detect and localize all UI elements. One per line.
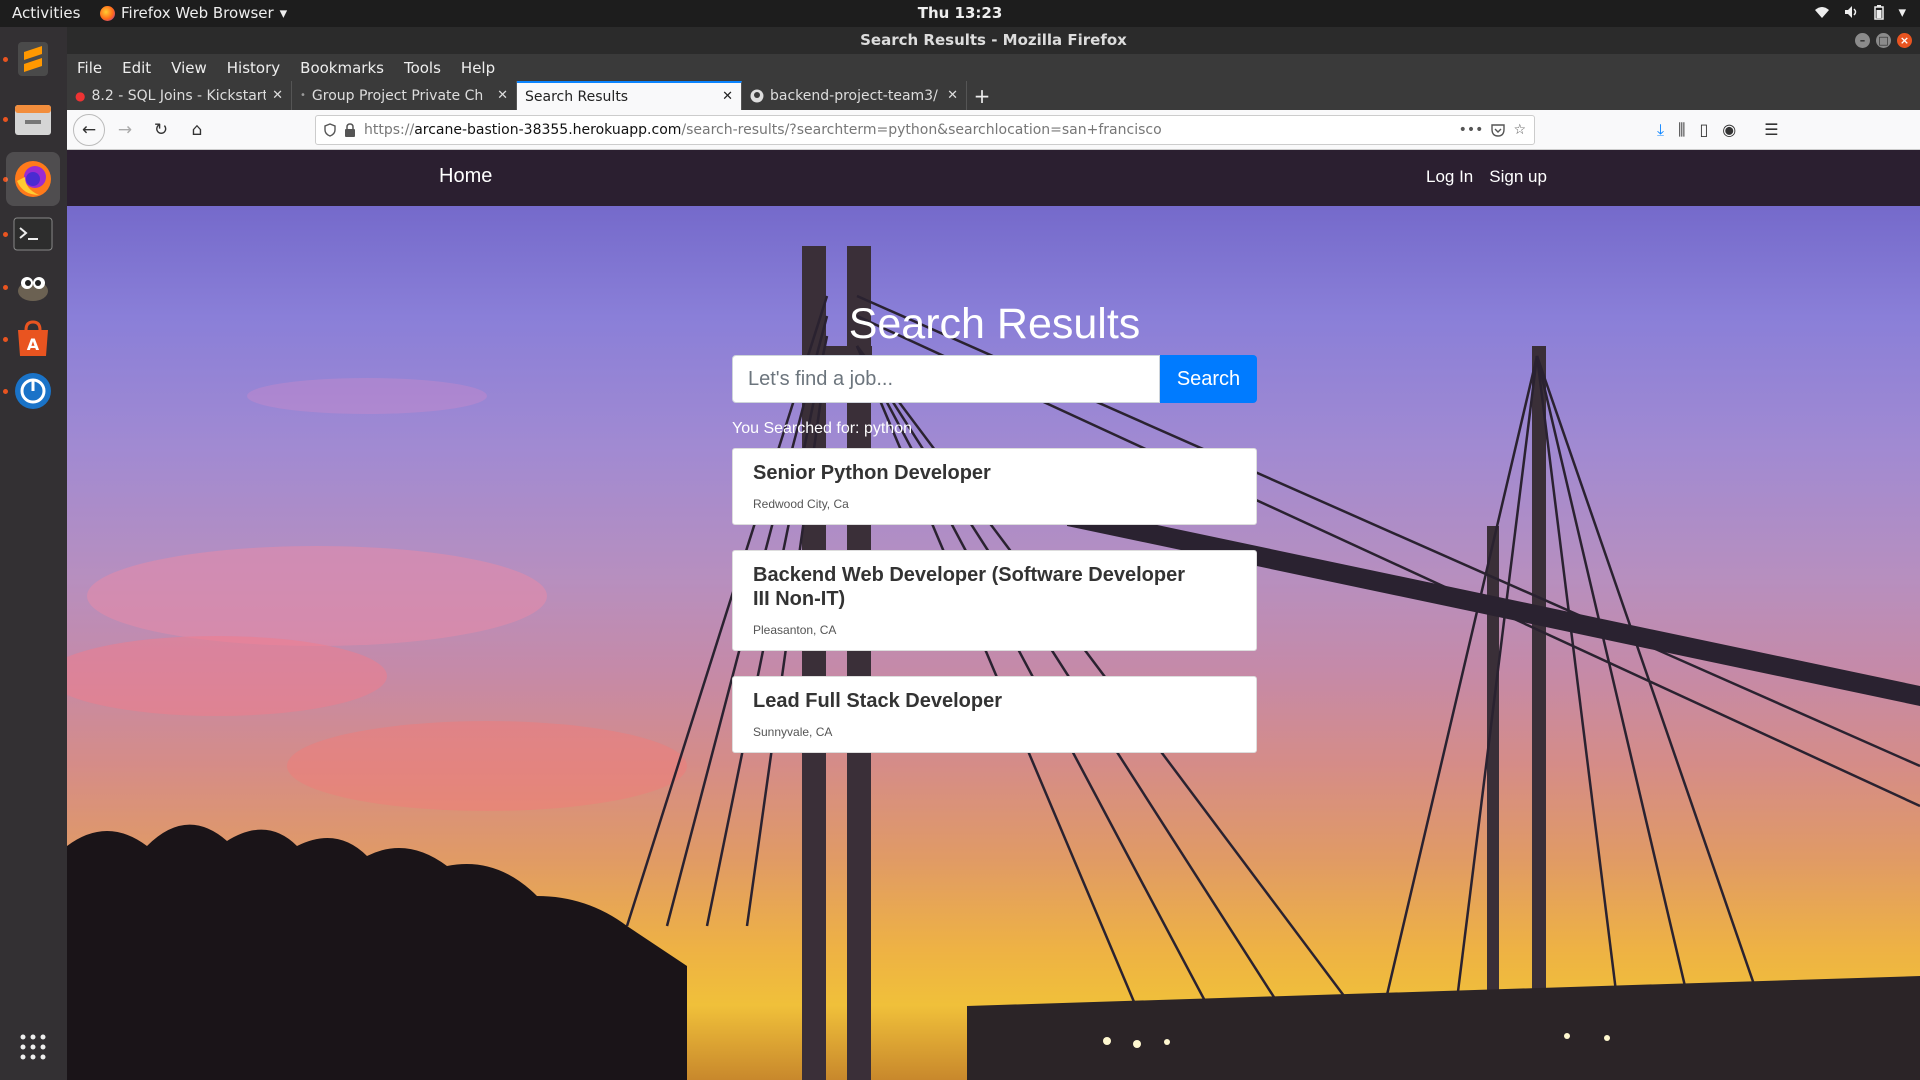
close-tab-icon[interactable]: ✕ [947, 88, 958, 103]
close-tab-icon[interactable]: ✕ [272, 88, 283, 103]
maximize-button[interactable]: □ [1876, 33, 1891, 48]
update-manager-icon[interactable] [6, 364, 60, 418]
auth-links: Log In Sign up [1426, 167, 1547, 187]
tab-label: 8.2 - SQL Joins - Kickstart [91, 87, 267, 104]
hamburger-menu-icon[interactable]: ☰ [1764, 120, 1778, 139]
tab-label: Group Project Private Ch [311, 87, 484, 104]
tab-label: backend-project-team3/ [770, 87, 938, 104]
site-navbar: Home Log In Sign up [67, 150, 1920, 206]
dock: A [0, 27, 67, 1080]
search-form: Search [732, 355, 1257, 403]
page-actions-icon[interactable]: ••• [1459, 122, 1484, 138]
tab-loading-icon: • [300, 90, 306, 101]
close-tab-icon[interactable]: ✕ [722, 89, 733, 104]
menu-view[interactable]: View [171, 59, 207, 77]
tab-label: Search Results [525, 88, 629, 105]
system-tray[interactable]: ▾ [1814, 3, 1906, 21]
svg-text:A: A [27, 335, 40, 354]
url-scheme: https:// [364, 121, 415, 138]
github-icon [750, 89, 764, 102]
url-host: arcane-bastion-38355.herokuapp.com [414, 121, 682, 138]
software-center-icon[interactable]: A [6, 312, 60, 366]
sidebar-icon[interactable]: ▯ [1699, 120, 1708, 139]
job-title[interactable]: Lead Full Stack Developer [753, 689, 1236, 713]
job-title[interactable]: Senior Python Developer [753, 461, 1236, 485]
menu-history[interactable]: History [227, 59, 280, 77]
job-card[interactable]: Senior Python Developer Redwood City, Ca [732, 448, 1257, 525]
chevron-down-icon: ▾ [1898, 3, 1906, 21]
forward-button[interactable]: → [109, 114, 141, 146]
battery-icon [1874, 4, 1885, 20]
clock[interactable]: Thu 13:23 [0, 4, 1920, 22]
show-applications-icon[interactable] [6, 1020, 60, 1074]
menu-tools[interactable]: Tools [404, 59, 441, 77]
menu-bookmarks[interactable]: Bookmarks [300, 59, 384, 77]
tab-group-project[interactable]: • Group Project Private Ch ✕ [292, 81, 517, 110]
window-titlebar[interactable]: Search Results - Mozilla Firefox – □ × [67, 27, 1920, 54]
menu-edit[interactable]: Edit [122, 59, 151, 77]
url-text[interactable]: https://arcane-bastion-38355.herokuapp.c… [364, 122, 1451, 138]
searched-for-text: You Searched for: python [732, 420, 912, 437]
menu-file[interactable]: File [77, 59, 102, 77]
job-location: Pleasanton, CA [753, 623, 837, 637]
reload-button[interactable]: ↻ [145, 114, 177, 146]
job-card[interactable]: Backend Web Developer (Software Develope… [732, 550, 1257, 651]
toolbar-icons: ⤓ ⫼ ▯ ◉ ☰ [1657, 120, 1779, 140]
firefox-window: Search Results - Mozilla Firefox – □ × F… [67, 27, 1920, 1080]
tab-bar: ● 8.2 - SQL Joins - Kickstart ✕ • Group … [67, 81, 1920, 110]
close-tab-icon[interactable]: ✕ [497, 88, 508, 103]
page-title: Search Results [848, 300, 1141, 348]
new-tab-button[interactable]: + [967, 81, 997, 110]
navigation-toolbar: ← → ↻ ⌂ https://arcane-bastion-38355.her… [67, 110, 1920, 150]
shield-icon[interactable] [324, 122, 336, 137]
downloads-icon[interactable]: ⤓ [1657, 120, 1664, 140]
files-icon[interactable] [6, 92, 60, 146]
address-bar[interactable]: https://arcane-bastion-38355.herokuapp.c… [315, 114, 1535, 145]
job-title[interactable]: Backend Web Developer (Software Develope… [753, 563, 1236, 611]
tab-search-results[interactable]: Search Results ✕ [517, 81, 742, 110]
search-input[interactable] [732, 355, 1160, 403]
search-button[interactable]: Search [1160, 355, 1257, 403]
firefox-icon[interactable] [6, 152, 60, 206]
lock-icon[interactable] [344, 122, 356, 137]
page-viewport: Home Log In Sign up Search Results Searc… [67, 150, 1920, 1080]
login-link[interactable]: Log In [1426, 167, 1473, 187]
back-button[interactable]: ← [73, 113, 105, 146]
window-title: Search Results - Mozilla Firefox [860, 31, 1127, 49]
window-controls: – □ × [1855, 33, 1912, 48]
terminal-icon[interactable] [6, 207, 60, 261]
bookmark-star-icon[interactable]: ☆ [1513, 122, 1526, 138]
gimp-icon[interactable] [6, 260, 60, 314]
kickstart-favicon-icon: ● [75, 88, 86, 103]
signup-link[interactable]: Sign up [1489, 167, 1547, 187]
tab-backend-project[interactable]: backend-project-team3/ ✕ [742, 81, 967, 110]
menu-bar: File Edit View History Bookmarks Tools H… [67, 54, 1920, 81]
home-link[interactable]: Home [439, 165, 492, 188]
job-location: Sunnyvale, CA [753, 725, 833, 739]
home-button[interactable]: ⌂ [181, 114, 213, 146]
menu-help[interactable]: Help [461, 59, 495, 77]
job-location: Redwood City, Ca [753, 497, 849, 511]
wifi-icon [1815, 7, 1830, 18]
library-icon[interactable]: ⫼ [1678, 120, 1685, 140]
account-icon[interactable]: ◉ [1722, 120, 1736, 139]
url-path: /search-results/?searchterm=python&searc… [681, 121, 1162, 138]
volume-icon [1845, 6, 1857, 18]
system-top-bar: Activities Firefox Web Browser ▾ Thu 13:… [0, 0, 1920, 27]
close-window-button[interactable]: × [1897, 33, 1912, 48]
pocket-icon[interactable] [1491, 123, 1506, 137]
job-card[interactable]: Lead Full Stack Developer Sunnyvale, CA [732, 676, 1257, 753]
minimize-button[interactable]: – [1855, 33, 1870, 48]
sublime-text-icon[interactable] [6, 32, 60, 86]
tab-sql-joins[interactable]: ● 8.2 - SQL Joins - Kickstart ✕ [67, 81, 292, 110]
